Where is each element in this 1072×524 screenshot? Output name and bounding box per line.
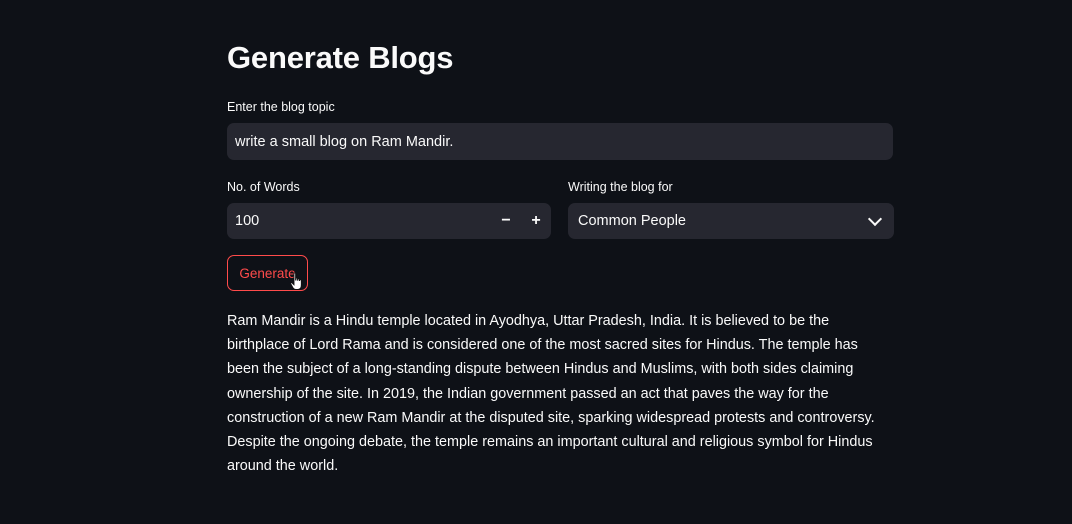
words-input-value[interactable]: 100 [227,213,491,229]
app-page: Generate Blogs Enter the blog topic writ… [0,0,1072,524]
hand-pointer-cursor-icon [290,272,302,290]
audience-select[interactable]: Common People [568,203,894,239]
blog-output-text: Ram Mandir is a Hindu temple located in … [227,313,875,475]
increment-button[interactable]: + [521,203,551,239]
topic-label: Enter the blog topic [227,100,335,114]
words-label: No. of Words [227,180,300,194]
topic-input[interactable]: write a small blog on Ram Mandir. [227,123,893,160]
chevron-down-icon[interactable] [867,211,883,227]
audience-label: Writing the blog for [568,180,673,194]
audience-selected-value: Common People [578,213,686,229]
decrement-button[interactable]: − [491,203,521,239]
page-title: Generate Blogs [227,40,454,75]
topic-input-value: write a small blog on Ram Mandir. [235,133,454,150]
words-number-input[interactable]: 100 − + [227,203,551,239]
